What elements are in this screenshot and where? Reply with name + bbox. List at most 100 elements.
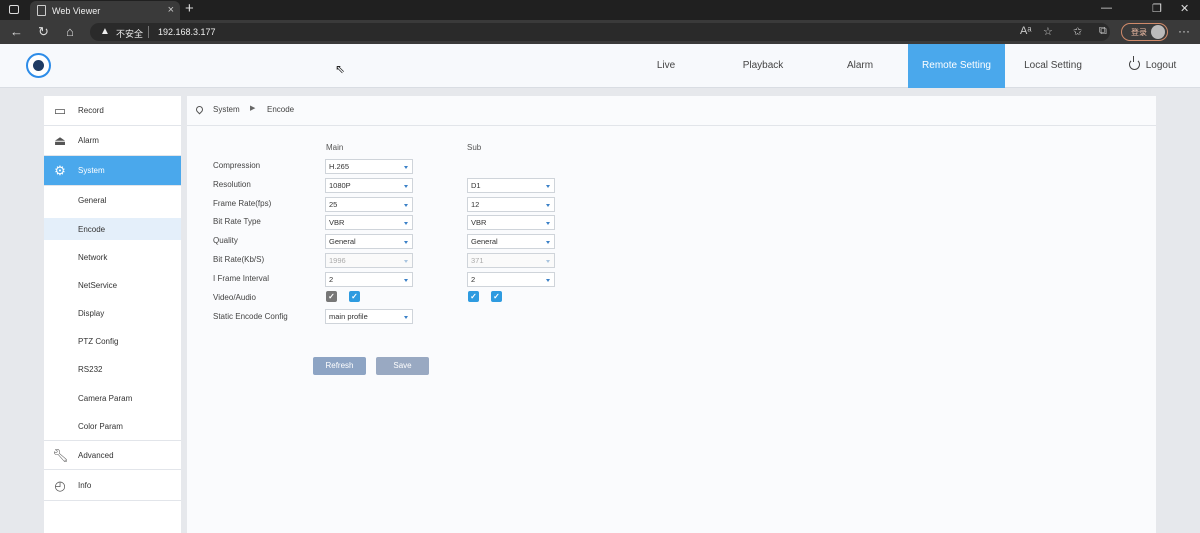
refresh-button[interactable]: Refresh	[313, 357, 366, 375]
select-value: 25	[329, 200, 338, 209]
window-menu-icon[interactable]	[9, 5, 19, 14]
caret-down-icon	[546, 222, 550, 225]
select-value: 371	[471, 256, 484, 265]
caret-down-icon	[546, 279, 550, 282]
sub-video-checkbox[interactable]: ✓	[468, 291, 479, 302]
select-value: D1	[471, 181, 481, 190]
select-value: 2	[329, 275, 334, 284]
save-button[interactable]: Save	[376, 357, 429, 375]
sidebar-item-record[interactable]: ▭ Record	[44, 96, 181, 126]
nav-live[interactable]: Live	[626, 44, 706, 88]
sub-column-header: Sub	[467, 143, 482, 152]
select-value: 1996	[329, 256, 346, 265]
sidebar-sub-netservice[interactable]: NetService	[44, 274, 181, 296]
favorites-icon[interactable]: ✩	[1073, 25, 1082, 38]
select-value: VBR	[329, 218, 345, 227]
main-i-frame-interval-select[interactable]: 2	[325, 272, 413, 287]
app-header: Live Playback Alarm Remote Setting Local…	[0, 44, 1200, 88]
browser-address-bar: ← ↻ ⌂ ▲ 不安全 192.168.3.177 Aᵃ ☆ ✩ ⧉ 登录 ··…	[0, 20, 1200, 44]
sidebar-item-advanced[interactable]: 🔧︎ Advanced	[44, 440, 181, 470]
sub-audio-checkbox[interactable]: ✓	[491, 291, 502, 302]
main-resolution-select[interactable]: 1080P	[325, 178, 413, 193]
sidebar-item-alarm[interactable]: ⏏ Alarm	[44, 126, 181, 156]
sub-resolution-select[interactable]: D1	[467, 178, 555, 193]
close-tab-icon[interactable]: ×	[168, 4, 174, 16]
sidebar-sub-network[interactable]: Network	[44, 246, 181, 268]
select-value: 1080P	[329, 181, 351, 190]
sidebar-item-info[interactable]: ◴ Info	[44, 471, 181, 501]
home-icon[interactable]: ⌂	[66, 24, 74, 39]
caret-down-icon	[546, 185, 550, 188]
sidebar-sub-general[interactable]: General	[44, 189, 181, 211]
caret-down-icon	[404, 204, 408, 207]
caret-down-icon	[404, 166, 408, 169]
main-frame-rate-select[interactable]: 25	[325, 197, 413, 212]
breadcrumb: System ▶ Encode	[187, 96, 1156, 126]
sub-bit-rate-type-select[interactable]: VBR	[467, 215, 555, 230]
logout-label: Logout	[1145, 60, 1177, 71]
sidebar-sub-display[interactable]: Display	[44, 302, 181, 324]
tab-title: Web Viewer	[52, 6, 101, 16]
reload-icon[interactable]: ↻	[38, 24, 49, 40]
frame-rate-label: Frame Rate(fps)	[213, 199, 272, 208]
restore-icon[interactable]: ❐	[1152, 2, 1162, 15]
nav-remote-setting[interactable]: Remote Setting	[908, 44, 1005, 88]
i-frame-interval-label: I Frame Interval	[213, 274, 270, 283]
main-static-encode-config-select[interactable]: main profile	[325, 309, 413, 324]
sidebar-sub-encode[interactable]: Encode	[44, 218, 181, 240]
breadcrumb-section[interactable]: System	[213, 105, 240, 114]
logout-button[interactable]: Logout	[1120, 44, 1185, 88]
breadcrumb-page: Encode	[267, 105, 295, 114]
url-field[interactable]: ▲ 不安全 192.168.3.177	[90, 23, 1110, 41]
sidebar-item-label: System	[78, 166, 105, 175]
add-favorite-icon[interactable]: ☆	[1043, 25, 1053, 38]
sidebar-sub-color-param[interactable]: Color Param	[44, 415, 181, 437]
logo-icon	[26, 53, 51, 78]
main-quality-select[interactable]: General	[325, 234, 413, 249]
bit-rate-type-label: Bit Rate Type	[213, 217, 261, 226]
main-audio-checkbox[interactable]: ✓	[349, 291, 360, 302]
read-aloud-icon[interactable]: Aᵃ	[1020, 25, 1031, 37]
security-label[interactable]: 不安全	[116, 27, 143, 40]
static-encode-config-label: Static Encode Config	[213, 312, 288, 321]
select-value: 12	[471, 200, 480, 209]
nav-local-setting[interactable]: Local Setting	[1013, 44, 1093, 88]
quality-label: Quality	[213, 236, 238, 245]
login-label: 登录	[1131, 28, 1147, 37]
caret-down-icon	[404, 279, 408, 282]
nav-playback[interactable]: Playback	[723, 44, 803, 88]
sidebar-sub-rs232[interactable]: RS232	[44, 358, 181, 380]
caret-down-icon	[404, 185, 408, 188]
avatar	[1151, 25, 1165, 39]
close-window-icon[interactable]: ✕	[1180, 2, 1189, 15]
url-text[interactable]: 192.168.3.177	[158, 27, 216, 37]
collections-icon[interactable]: ⧉	[1099, 25, 1107, 38]
sub-quality-select[interactable]: General	[467, 234, 555, 249]
camera-icon: ▭	[53, 103, 67, 118]
page-favicon-icon	[37, 5, 46, 16]
more-options-icon[interactable]: ···	[1178, 24, 1190, 38]
sidebar-item-label: Advanced	[78, 451, 114, 460]
caret-down-icon	[404, 241, 408, 244]
back-icon[interactable]: ←	[10, 24, 23, 39]
sidebar-item-system[interactable]: ⚙ System	[44, 156, 181, 186]
minimize-icon[interactable]: —	[1101, 2, 1112, 14]
video-audio-label: Video/Audio	[213, 293, 256, 302]
sidebar-item-label: Info	[78, 481, 92, 490]
main-bit-rate-select: 1996	[325, 253, 413, 268]
sidebar-sub-ptz-config[interactable]: PTZ Config	[44, 330, 181, 352]
main-video-checkbox[interactable]: ✓	[326, 291, 337, 302]
main-compression-select[interactable]: H.265	[325, 159, 413, 174]
main-bit-rate-type-select[interactable]: VBR	[325, 215, 413, 230]
sub-i-frame-interval-select[interactable]: 2	[467, 272, 555, 287]
new-tab-icon[interactable]: +	[185, 0, 194, 17]
sidebar-sub-camera-param[interactable]: Camera Param	[44, 387, 181, 409]
sub-frame-rate-select[interactable]: 12	[467, 197, 555, 212]
caret-down-icon	[404, 222, 408, 225]
browser-tab[interactable]: Web Viewer ×	[30, 1, 180, 20]
caret-down-icon	[546, 241, 550, 244]
main-content: System ▶ Encode Main Sub Compression H.2…	[187, 96, 1156, 533]
breadcrumb-arrow-icon: ▶	[250, 105, 256, 112]
profile-login-button[interactable]: 登录	[1121, 23, 1168, 41]
nav-alarm[interactable]: Alarm	[820, 44, 900, 88]
